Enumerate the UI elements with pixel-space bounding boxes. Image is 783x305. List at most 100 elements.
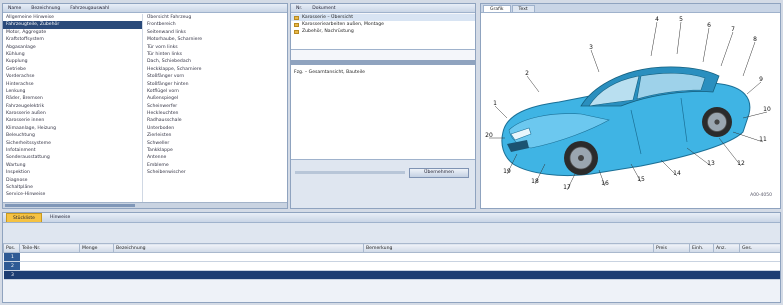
document-row[interactable]: Karosserie – Übersicht — [291, 14, 475, 21]
footer-scrollbar[interactable] — [295, 171, 405, 174]
main-group-item[interactable]: Infotainment — [3, 147, 142, 154]
column-header[interactable]: Pos. — [3, 243, 20, 253]
main-group-item[interactable]: Klimaanlage, Heizung — [3, 125, 142, 132]
scrollbar-thumb[interactable] — [5, 204, 135, 207]
main-group-item[interactable]: Abgasanlage — [3, 44, 142, 51]
main-group-item[interactable]: Lenkung — [3, 88, 142, 95]
header-name[interactable]: Name — [6, 6, 23, 11]
main-group-item[interactable]: Sonderausstattung — [3, 154, 142, 161]
main-group-item[interactable]: Motor, Aggregate — [3, 29, 142, 36]
callout-number[interactable]: 9 — [759, 76, 763, 83]
callout-number[interactable]: 20 — [485, 132, 493, 139]
sub-group-item[interactable]: Übersicht Fahrzeug — [144, 14, 287, 21]
callout-number[interactable]: 10 — [763, 106, 771, 113]
sub-group-item[interactable]: Scheinwerfer — [144, 103, 287, 110]
callout-number[interactable]: 11 — [759, 136, 767, 143]
header-number[interactable]: Nr. — [294, 6, 304, 11]
column-header[interactable]: Preis — [653, 243, 690, 253]
main-group-item[interactable]: Hinterachse — [3, 81, 142, 88]
sub-group-item[interactable]: Heckklappe, Scharniere — [144, 66, 287, 73]
sub-group-item[interactable]: Heckleuchten — [144, 110, 287, 117]
sub-group-item[interactable]: Radhausschale — [144, 117, 287, 124]
sub-group-item[interactable]: Außenspiegel — [144, 95, 287, 102]
callout-number[interactable]: 19 — [503, 168, 511, 175]
callout-number[interactable]: 3 — [589, 44, 593, 51]
callout-number[interactable]: 17 — [563, 184, 571, 191]
sub-group-item[interactable]: Embleme — [144, 162, 287, 169]
main-group-item[interactable]: Karosserie innen — [3, 117, 142, 124]
callout-number[interactable]: 14 — [673, 170, 681, 177]
document-row[interactable]: Karosseriearbeiten außen, Montage — [291, 21, 475, 28]
callout-number[interactable]: 6 — [707, 22, 711, 29]
tab-text[interactable]: Text — [511, 5, 535, 12]
vehicle-illustration[interactable]: 1234 567891011121314151617181920 — [481, 14, 780, 208]
main-group-item[interactable]: Kraftstoffsystem — [3, 36, 142, 43]
sub-group-item[interactable]: Frontbereich — [144, 21, 287, 28]
sub-group-item[interactable]: Schweller — [144, 140, 287, 147]
table-row[interactable]: 1 — [3, 252, 780, 262]
callout-number[interactable]: 1 — [493, 100, 497, 107]
table-row[interactable]: 3 — [3, 270, 780, 280]
column-header[interactable]: Teile-Nr. — [19, 243, 80, 253]
callout-number[interactable]: 12 — [737, 160, 745, 167]
sub-group-item[interactable]: Seitenwand links — [144, 29, 287, 36]
sub-group-list[interactable]: Übersicht Fahrzeug Frontbereich Seitenwand… — [144, 14, 287, 202]
sub-group-item[interactable]: Unterboden — [144, 125, 287, 132]
callout-number[interactable]: 15 — [637, 176, 645, 183]
header-description[interactable]: Bezeichnung — [29, 6, 62, 11]
column-header[interactable]: Anz. — [713, 243, 740, 253]
horizontal-scrollbar[interactable] — [3, 202, 287, 208]
main-group-item[interactable]: Wartung — [3, 162, 142, 169]
main-group-item[interactable]: Sicherheitssysteme — [3, 140, 142, 147]
sub-group-item[interactable]: Antenne — [144, 154, 287, 161]
sub-group-item[interactable]: Zierleisten — [144, 132, 287, 139]
tab-graphic[interactable]: Grafik — [483, 5, 511, 12]
column-header[interactable]: Einh. — [689, 243, 714, 253]
sub-group-item[interactable]: Kotflügel vorn — [144, 88, 287, 95]
main-group-item[interactable]: Schaltpläne — [3, 184, 142, 191]
sub-group-item[interactable]: Motorhaube, Scharniere — [144, 36, 287, 43]
header-document[interactable]: Dokument — [310, 6, 337, 11]
callout-number[interactable]: 18 — [531, 178, 539, 185]
column-header[interactable]: Menge — [79, 243, 114, 253]
column-header[interactable]: Bemerkung — [363, 243, 654, 253]
sub-group-item[interactable]: Dach, Schiebedach — [144, 58, 287, 65]
sub-group-item[interactable]: Tür vorn links — [144, 44, 287, 51]
column-header[interactable]: Ges. — [739, 243, 780, 253]
main-group-item[interactable]: Fahrzeugteile, Zubehör — [3, 21, 142, 29]
sub-group-item[interactable]: Scheibenwischer — [144, 169, 287, 176]
main-group-item[interactable]: Diagnose — [3, 177, 142, 184]
cell-price — [653, 261, 690, 271]
callout-number[interactable]: 8 — [753, 36, 757, 43]
header-vehicle[interactable]: Fahrzeugauswahl — [68, 6, 111, 11]
table-row[interactable]: 2 — [3, 261, 780, 271]
column-header[interactable]: Bezeichnung — [113, 243, 364, 253]
main-group-item[interactable]: Kupplung — [3, 58, 142, 65]
callout-number[interactable]: 5 — [679, 16, 683, 23]
main-group-item[interactable]: Getriebe — [3, 66, 142, 73]
main-group-item[interactable]: Karosserie außen — [3, 110, 142, 117]
main-group-item[interactable]: Fahrzeugelektrik — [3, 103, 142, 110]
tab-parts-list[interactable]: Stückliste — [6, 213, 42, 222]
apply-button[interactable]: Übernehmen — [409, 168, 469, 178]
callout-number[interactable]: 16 — [601, 180, 609, 187]
main-group-item[interactable]: Allgemeine Hinweise — [3, 14, 142, 21]
main-group-item[interactable]: Vorderachse — [3, 73, 142, 80]
main-group-list[interactable]: Allgemeine Hinweise Fahrzeugteile, Zubehö… — [3, 14, 143, 202]
sub-group-item[interactable]: Tür hinten links — [144, 51, 287, 58]
document-row[interactable]: Zubehör, Nachrüstung — [291, 28, 475, 35]
main-group-item[interactable]: Service-Hinweise — [3, 191, 142, 198]
sub-group-item[interactable]: Tankklappe — [144, 147, 287, 154]
main-group-item[interactable]: Kühlung — [3, 51, 142, 58]
sub-group-item[interactable]: Stoßfänger vorn — [144, 73, 287, 80]
callout-number[interactable]: 7 — [731, 26, 735, 33]
sub-group-item[interactable]: Stoßfänger hinten — [144, 81, 287, 88]
main-group-item[interactable]: Inspektion — [3, 169, 142, 176]
main-group-item[interactable]: Beleuchtung — [3, 132, 142, 139]
tab-notes[interactable]: Hinweise — [44, 213, 76, 222]
callout-number[interactable]: 4 — [655, 16, 659, 23]
main-group-item[interactable]: Räder, Bremsen — [3, 95, 142, 102]
content-item[interactable]: Fzg. – Gesamtansicht, Bauteile — [291, 69, 475, 76]
callout-number[interactable]: 2 — [525, 70, 529, 77]
callout-number[interactable]: 13 — [707, 160, 715, 167]
